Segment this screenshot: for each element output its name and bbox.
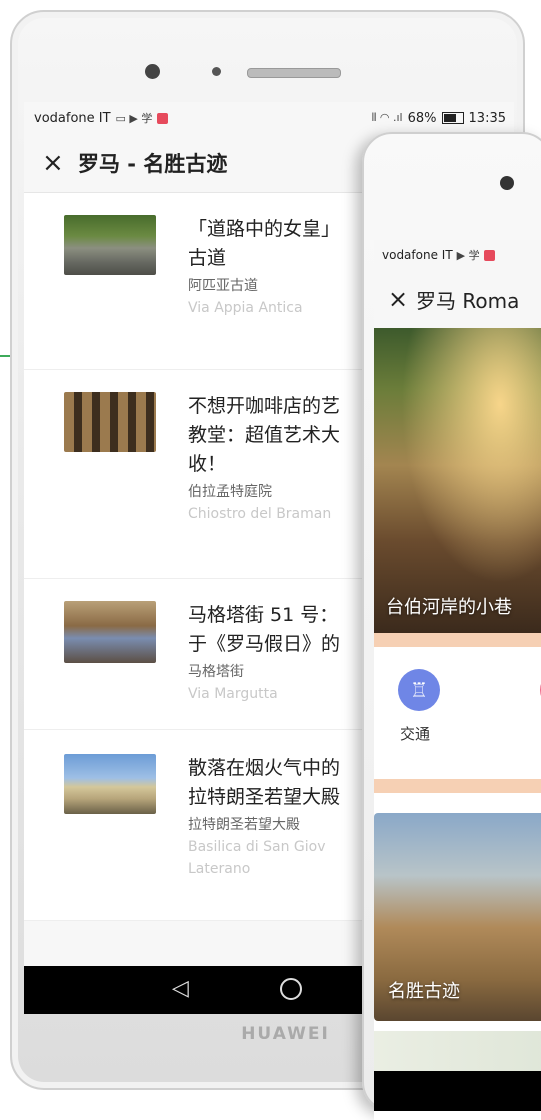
item-thumbnail — [64, 215, 156, 275]
divider-bar — [374, 779, 541, 793]
item-thumbnail — [64, 601, 156, 663]
home-icon[interactable] — [280, 978, 302, 1000]
signal-icons: ⫴ ◠ .ıl — [371, 111, 403, 124]
app-notification-icon — [157, 112, 169, 124]
notification-icons: ▶ 学 — [456, 249, 480, 262]
item-thumbnail — [64, 754, 156, 814]
attractions-card[interactable]: 名胜古迹 — [374, 813, 541, 1021]
hero-banner[interactable]: 台伯河岸的小巷 — [374, 328, 541, 633]
battery-percent: 68% — [407, 110, 437, 126]
page-title: 罗马 - 名胜古迹 — [78, 152, 228, 176]
transit-label: 交通 — [400, 725, 431, 743]
carrier-name: vodafone IT — [382, 248, 453, 262]
front-camera — [145, 64, 160, 79]
app-notification-icon — [483, 249, 495, 261]
hero-caption: 台伯河岸的小巷 — [386, 597, 512, 618]
carrier-name: vodafone IT — [34, 110, 111, 126]
train-icon[interactable]: ♖ — [398, 669, 440, 711]
divider-bar — [374, 633, 541, 647]
front-camera — [500, 176, 514, 190]
earpiece-speaker — [247, 68, 341, 78]
clock: 13:35 — [468, 110, 506, 126]
page-header: × 罗马 Roma — [374, 270, 541, 328]
battery-icon — [441, 112, 464, 124]
page-title: 罗马 Roma — [416, 288, 520, 313]
close-icon[interactable]: × — [388, 285, 416, 313]
phone-top-bezel — [12, 12, 523, 104]
notification-icons: ▭ ▶ 学 — [115, 112, 153, 125]
quick-actions: ♖ 交通 — [374, 647, 541, 779]
status-bar: vodafone IT ▭ ▶ 学 ⫴ ◠ .ıl 68% 13:35 — [24, 102, 514, 134]
android-nav-bar — [374, 1071, 541, 1111]
map-preview[interactable] — [374, 1031, 541, 1071]
status-bar: vodafone IT ▶ 学 — [374, 240, 541, 270]
phone-right-screen: vodafone IT ▶ 学 × 罗马 Roma 台伯河岸的小巷 ♖ 交通 名… — [374, 240, 541, 1120]
train-glyph: ♖ — [410, 678, 428, 702]
item-thumbnail — [64, 392, 156, 452]
back-icon[interactable]: ◁ — [172, 976, 189, 1001]
card-caption: 名胜古迹 — [388, 981, 460, 1002]
phone-right: vodafone IT ▶ 学 × 罗马 Roma 台伯河岸的小巷 ♖ 交通 名… — [362, 132, 541, 1120]
close-icon[interactable]: × — [42, 150, 74, 176]
proximity-sensor — [212, 67, 221, 76]
